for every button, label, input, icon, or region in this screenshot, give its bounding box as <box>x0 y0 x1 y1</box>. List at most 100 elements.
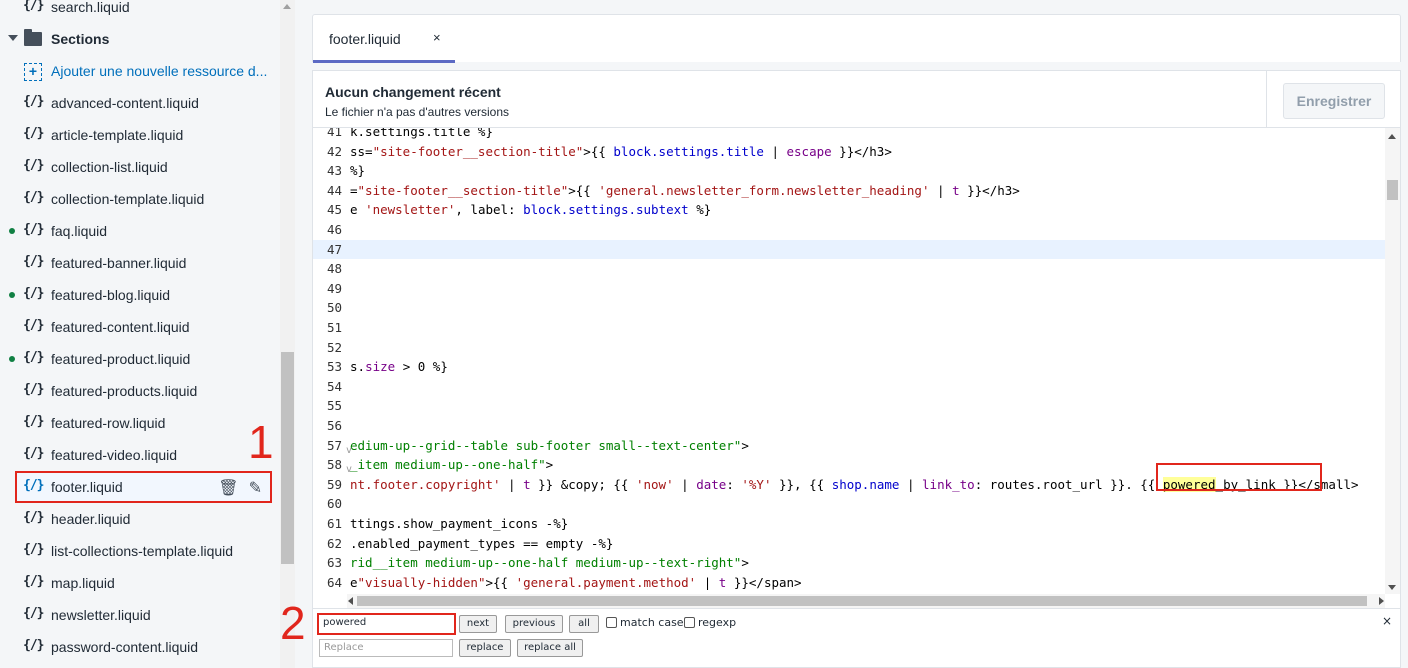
file-sidebar: {/} search.liquid Sections + Ajouter une nou… <box>0 0 280 668</box>
line-number: 42 <box>326 143 342 159</box>
sidebar-item-featured-video-liquid[interactable]: {/} featured-video.liquid <box>0 439 280 471</box>
tab-footer-liquid[interactable]: footer.liquid × <box>313 15 455 63</box>
code-line[interactable]: 55 <box>313 396 1385 416</box>
liquid-file-icon: {/} <box>23 0 45 13</box>
line-content: ="site-footer__section-title">{{ 'genera… <box>350 182 1020 198</box>
search-replace-bar: powered Replace next previous all match … <box>312 608 1401 668</box>
line-content: ttings.show_payment_icons -%} <box>350 516 569 531</box>
code-line[interactable]: 48 <box>313 259 1385 279</box>
code-horizontal-scrollbar[interactable] <box>347 594 1385 608</box>
sidebar-item-featured-content-liquid[interactable]: {/} featured-content.liquid <box>0 311 280 343</box>
sidebar-item-list-collections-template-liquid[interactable]: {/} list-collections-template.liquid <box>0 535 280 567</box>
tab-close-icon[interactable]: × <box>433 30 441 45</box>
liquid-file-icon: {/} <box>23 542 45 557</box>
code-line[interactable]: 61 ttings.show_payment_icons -%} <box>313 514 1385 534</box>
code-vertical-scroll-thumb[interactable] <box>1387 180 1398 200</box>
all-button[interactable]: all <box>569 615 599 633</box>
code-line[interactable]: 43%} <box>313 161 1385 181</box>
annotation-number-1: 1 <box>248 416 274 468</box>
line-content: edium-up--grid--table sub-footer small--… <box>350 437 749 453</box>
file-label: featured-banner.liquid <box>51 255 187 271</box>
file-label: article-template.liquid <box>51 127 184 143</box>
sidebar-item-footer-liquid[interactable]: {/} footer.liquid 🗑 ✎ <box>15 471 272 503</box>
code-line[interactable]: 57 edium-up--grid--table sub-footer small… <box>313 436 1385 456</box>
sidebar-item-faq-liquid[interactable]: {/} faq.liquid <box>0 215 280 247</box>
sidebar-item-collection-list-liquid[interactable]: {/} collection-list.liquid <box>0 151 280 183</box>
sidebar-item-featured-blog-liquid[interactable]: {/} featured-blog.liquid <box>0 279 280 311</box>
next-button[interactable]: next <box>459 615 497 633</box>
code-line[interactable]: 51 <box>313 318 1385 338</box>
file-label: featured-products.liquid <box>51 383 198 399</box>
add-file-icon: + <box>24 63 42 81</box>
sidebar-item-password-content-liquid[interactable]: {/} password-content.liquid <box>0 631 280 663</box>
chevron-down-icon[interactable] <box>8 35 18 41</box>
sidebar-item-featured-product-liquid[interactable]: {/} featured-product.liquid <box>0 343 280 375</box>
code-line[interactable]: 44 ="site-footer__section-title">{{ 'gene… <box>313 181 1385 201</box>
sidebar-item-collection-template-liquid[interactable]: {/} collection-template.liquid <box>0 183 280 215</box>
code-line[interactable]: 56 <box>313 416 1385 436</box>
sidebar-item-article-template-liquid[interactable]: {/} article-template.liquid <box>0 119 280 151</box>
scroll-up-arrow-icon[interactable] <box>283 4 291 9</box>
pencil-icon[interactable]: ✎ <box>249 478 262 498</box>
code-line[interactable]: 46 <box>313 220 1385 240</box>
line-number: 62 <box>326 535 342 551</box>
code-line[interactable]: 54 <box>313 377 1385 397</box>
sidebar-item-newsletter-liquid[interactable]: {/} newsletter.liquid <box>0 599 280 631</box>
line-number: 56 <box>326 418 342 433</box>
code-line[interactable]: 41 k.settings.title %} <box>313 128 1385 142</box>
code-line[interactable]: 63 rid__item medium-up--one-half medium-u… <box>313 553 1385 573</box>
code-line[interactable]: 53 s.size > 0 %} <box>313 357 1385 377</box>
code-editor[interactable]: 41 k.settings.title %} 42 ss="site-footer__… <box>312 128 1401 608</box>
close-search-icon[interactable]: × <box>1382 614 1392 628</box>
sidebar-item-featured-row-liquid[interactable]: {/} featured-row.liquid <box>0 407 280 439</box>
line-content: %} <box>350 163 366 179</box>
line-content: rid__item medium-up--one-half medium-up-… <box>350 555 749 571</box>
modified-indicator <box>9 228 15 234</box>
code-line[interactable]: 64 e"visually-hidden">{{ 'general.payment… <box>313 573 1385 593</box>
checkbox-icon[interactable] <box>684 617 695 628</box>
code-line[interactable]: 45 e 'newsletter', label: block.settings.… <box>313 200 1385 220</box>
code-line[interactable]: 47 <box>313 239 1385 260</box>
regexp-checkbox[interactable]: regexp <box>684 616 736 629</box>
sidebar-scrollbar-thumb[interactable] <box>281 352 294 564</box>
replace-input[interactable]: Replace <box>319 639 453 657</box>
line-content: e 'newsletter', label: block.settings.su… <box>350 202 712 218</box>
annotation-number-2: 2 <box>280 597 306 649</box>
match-case-checkbox[interactable]: match case <box>606 616 684 629</box>
code-vertical-scrollbar[interactable] <box>1385 128 1400 594</box>
code-horizontal-scroll-thumb[interactable] <box>357 596 1367 606</box>
code-line[interactable]: 52 <box>313 338 1385 358</box>
search-input[interactable]: powered <box>317 613 456 635</box>
liquid-file-icon: {/} <box>23 286 45 301</box>
code-line[interactable]: 42 ss="site-footer__section-title">{{ blo… <box>313 142 1385 162</box>
add-resource-link[interactable]: + Ajouter une nouvelle ressource d... <box>0 55 280 87</box>
scroll-left-icon[interactable] <box>348 597 353 605</box>
replace-all-button[interactable]: replace all <box>517 639 583 657</box>
replace-button[interactable]: replace <box>459 639 511 657</box>
code-line[interactable]: 50 <box>313 298 1385 318</box>
scroll-down-icon[interactable] <box>1388 585 1396 590</box>
save-button[interactable]: Enregistrer <box>1283 83 1385 119</box>
scroll-up-icon[interactable] <box>1388 134 1396 139</box>
checkbox-icon[interactable] <box>606 617 617 628</box>
sidebar-scrollbar[interactable] <box>280 0 295 668</box>
sidebar-item-map-liquid[interactable]: {/} map.liquid <box>0 567 280 599</box>
fold-chevron-icon[interactable]: v <box>346 464 352 475</box>
liquid-file-icon: {/} <box>23 414 45 429</box>
sidebar-item-featured-banner-liquid[interactable]: {/} featured-banner.liquid <box>0 247 280 279</box>
code-line[interactable]: 49 <box>313 279 1385 299</box>
scroll-right-icon[interactable] <box>1379 597 1384 605</box>
annotation-highlight-box <box>1156 463 1322 491</box>
sidebar-item-header-liquid[interactable]: {/} header.liquid <box>0 503 280 535</box>
trash-icon[interactable]: 🗑 <box>218 478 238 498</box>
sidebar-item-advanced-content-liquid[interactable]: {/} advanced-content.liquid <box>0 87 280 119</box>
sidebar-item-search-liquid[interactable]: {/} search.liquid <box>0 0 280 23</box>
folder-sections[interactable]: Sections <box>0 23 280 55</box>
line-number: 46 <box>326 222 342 237</box>
sidebar-item-featured-products-liquid[interactable]: {/} featured-products.liquid <box>0 375 280 407</box>
code-line[interactable]: 62 .enabled_payment_types == empty -%} <box>313 534 1385 554</box>
line-number: 50 <box>326 300 342 316</box>
code-line[interactable]: 60 <box>313 494 1385 514</box>
previous-button[interactable]: previous <box>505 615 563 633</box>
fold-chevron-icon[interactable]: v <box>346 445 352 456</box>
